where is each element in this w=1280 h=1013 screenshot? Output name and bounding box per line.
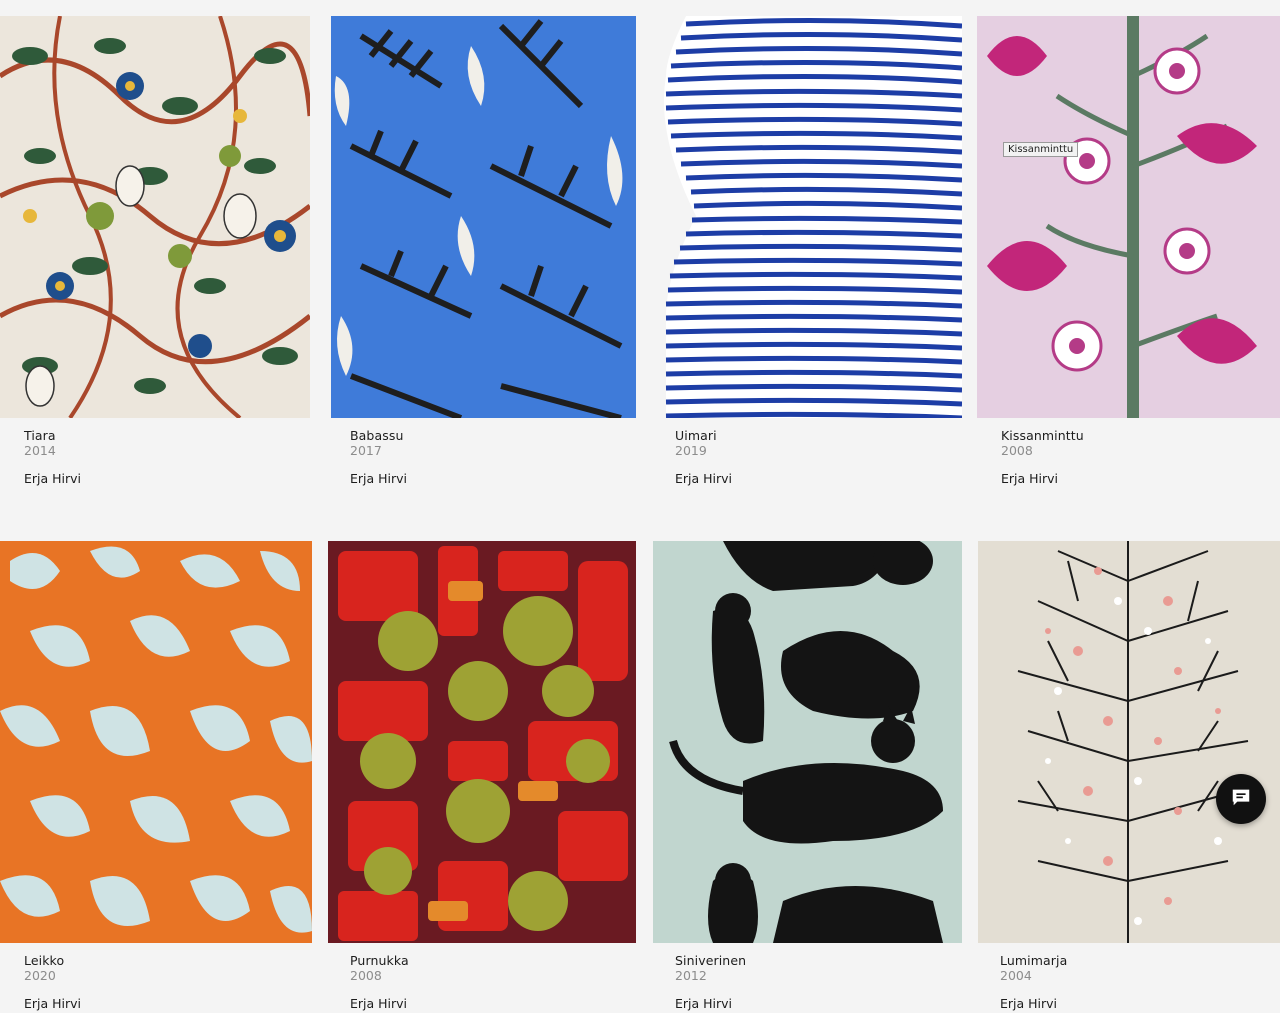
product-name[interactable]: Leikko [24,953,312,968]
product-year: 2014 [24,443,56,458]
product-card[interactable]: Babassu 2017 Erja Hirvi [331,16,636,486]
product-year: 2008 [350,968,382,983]
product-designer[interactable]: Erja Hirvi [24,996,312,1011]
product-image-leikko[interactable] [0,541,312,943]
product-name[interactable]: Kissanminttu [1001,428,1280,443]
product-image-siniverinen[interactable] [653,541,962,943]
product-designer[interactable]: Erja Hirvi [675,471,962,486]
product-designer[interactable]: Erja Hirvi [350,996,636,1011]
product-year: 2019 [675,443,707,458]
product-image-purnukka[interactable] [328,541,636,943]
product-year: 2004 [1000,968,1032,983]
product-card[interactable]: Siniverinen 2012 Erja Hirvi [653,541,962,1011]
product-year: 2008 [1001,443,1033,458]
product-card[interactable]: Tiara 2014 Erja Hirvi [0,16,310,486]
product-designer[interactable]: Erja Hirvi [24,471,310,486]
product-year: 2012 [675,968,707,983]
product-card[interactable]: Kissanminttu 2008 Erja Hirvi [977,16,1280,486]
product-designer[interactable]: Erja Hirvi [1001,471,1280,486]
product-designer[interactable]: Erja Hirvi [1000,996,1280,1011]
product-year: 2017 [350,443,382,458]
product-name[interactable]: Siniverinen [675,953,962,968]
product-name[interactable]: Tiara [24,428,310,443]
chat-bubble-icon [1230,786,1252,812]
product-name[interactable]: Babassu [350,428,636,443]
product-name[interactable]: Uimari [675,428,962,443]
product-designer[interactable]: Erja Hirvi [675,996,962,1011]
product-name[interactable]: Lumimarja [1000,953,1280,968]
product-card[interactable]: Leikko 2020 Erja Hirvi [0,541,312,1011]
chat-button[interactable] [1216,774,1266,824]
product-name[interactable]: Purnukka [350,953,636,968]
product-image-tiara[interactable] [0,16,310,418]
product-year: 2020 [24,968,56,983]
product-card[interactable]: Purnukka 2008 Erja Hirvi [328,541,636,1011]
hover-tooltip: Kissanminttu [1003,142,1079,157]
product-card[interactable]: Uimari 2019 Erja Hirvi [656,16,962,486]
product-designer[interactable]: Erja Hirvi [350,471,636,486]
product-image-babassu[interactable] [331,16,636,418]
product-grid: Tiara 2014 Erja Hirvi Babassu 2017 Erja … [0,0,1280,1013]
product-image-uimari[interactable] [656,16,962,418]
product-image-kissanminttu[interactable] [977,16,1280,418]
product-image-lumimarja[interactable] [978,541,1280,943]
